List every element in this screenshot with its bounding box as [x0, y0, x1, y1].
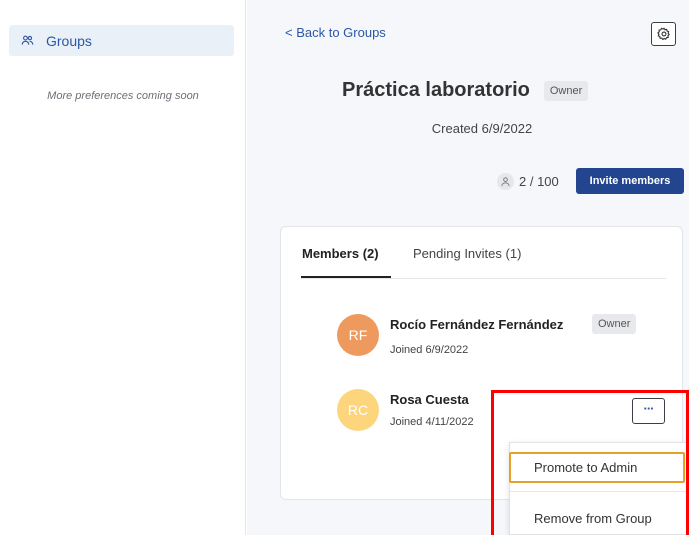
promote-to-admin-item[interactable]: Promote to Admin: [509, 452, 685, 483]
settings-button[interactable]: [651, 22, 676, 46]
avatar: RC: [337, 389, 379, 431]
invite-members-button[interactable]: Invite members: [576, 168, 684, 194]
created-date: Created 6/9/2022: [431, 121, 533, 136]
member-joined-date: Joined 6/9/2022: [390, 344, 469, 356]
member-joined-date: Joined 4/11/2022: [390, 416, 474, 428]
menu-divider: [510, 491, 689, 492]
back-to-groups-link[interactable]: < Back to Groups: [285, 25, 386, 40]
role-badge: Owner: [543, 80, 589, 101]
member-actions-menu: Promote to Admin Remove from Group: [509, 442, 689, 535]
sidebar-item-label: Groups: [46, 32, 92, 49]
sidebar: Groups More preferences coming soon: [0, 0, 246, 535]
member-tabs: Members (2) Pending Invites (1): [301, 227, 666, 279]
person-icon: [497, 173, 514, 190]
tab-pending-invites[interactable]: Pending Invites (1): [413, 246, 521, 261]
active-tab-indicator: [301, 276, 391, 278]
member-count: 2 / 100: [497, 173, 559, 190]
sidebar-item-groups[interactable]: Groups: [9, 25, 234, 56]
member-name: Rocío Fernández Fernández: [390, 317, 564, 332]
gear-icon: [656, 27, 670, 41]
member-actions-button[interactable]: ···: [632, 398, 665, 424]
avatar: RF: [337, 314, 379, 356]
page-title: Práctica laboratorio: [342, 79, 530, 101]
member-count-value: 2 / 100: [519, 174, 559, 189]
remove-from-group-item[interactable]: Remove from Group: [510, 511, 689, 526]
preferences-note: More preferences coming soon: [47, 90, 199, 102]
people-icon: [21, 35, 34, 45]
member-name: Rosa Cuesta: [390, 392, 469, 407]
group-title-row: Práctica laboratorio Owner: [342, 79, 589, 102]
more-dots-icon: ···: [643, 401, 655, 416]
tab-members[interactable]: Members (2): [302, 246, 379, 261]
owner-badge: Owner: [592, 314, 637, 334]
